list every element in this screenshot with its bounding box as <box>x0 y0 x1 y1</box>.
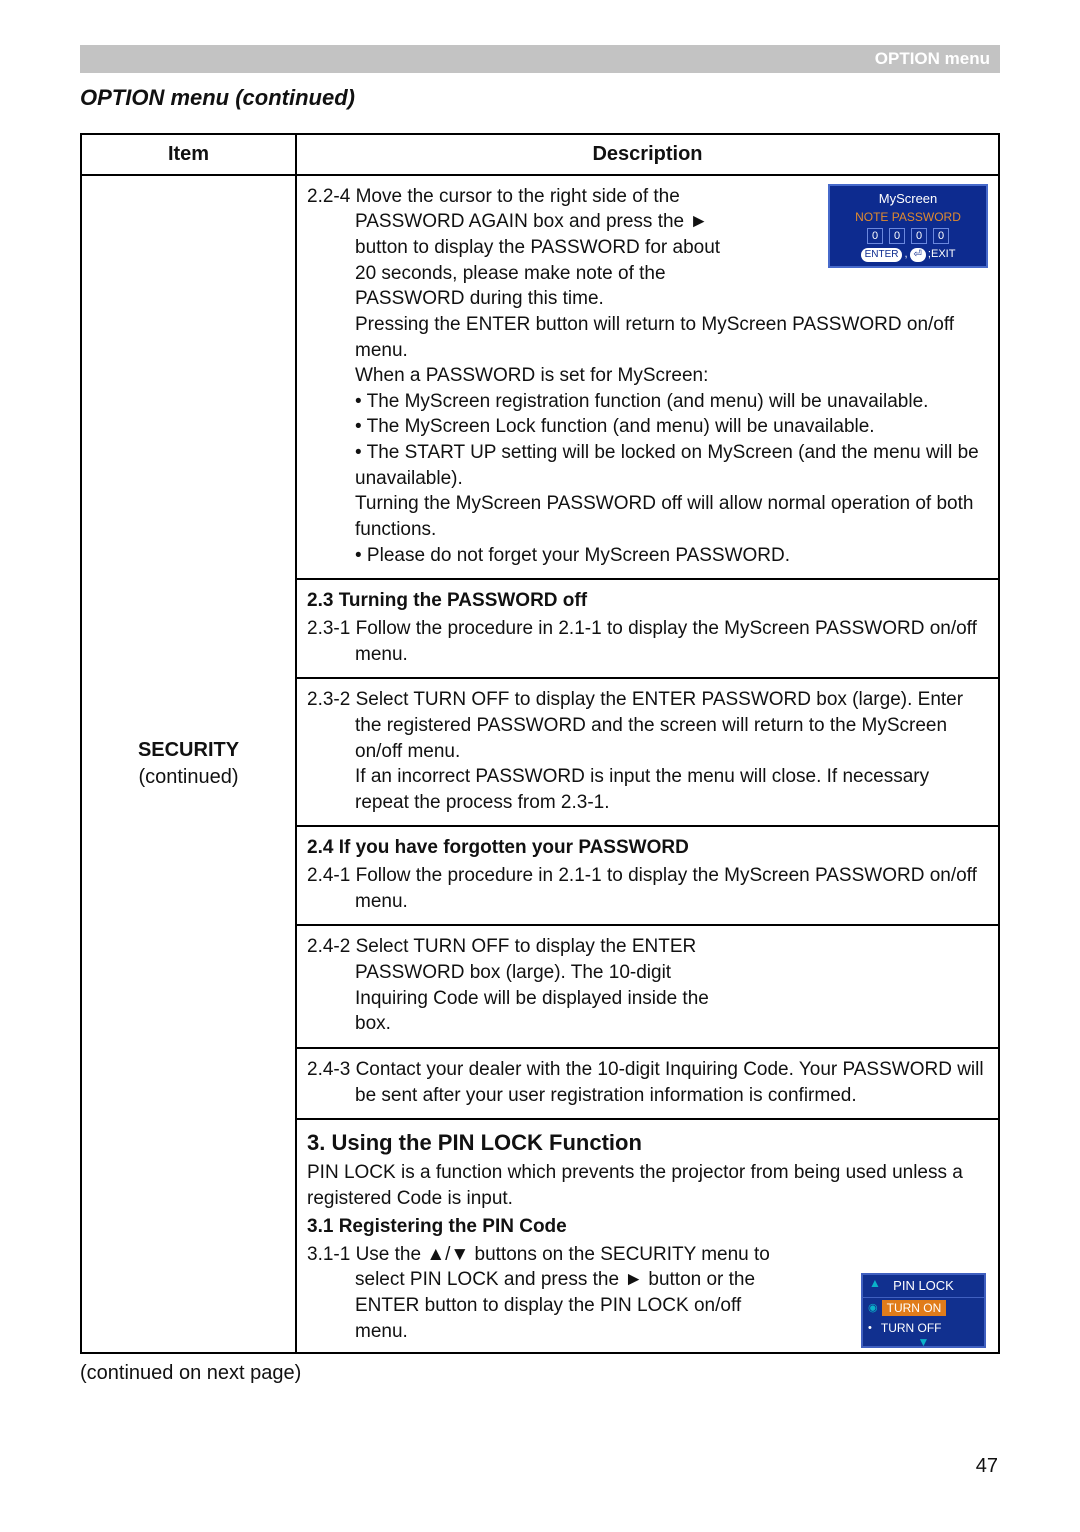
bullet: • The START UP setting will be locked on… <box>307 440 988 491</box>
text: PIN LOCK is a function which prevents th… <box>307 1160 988 1211</box>
down-arrow-icon: ▼ <box>863 1338 984 1346</box>
pinlock-title: ▲ PIN LOCK <box>863 1275 984 1298</box>
spec-table: Item Description SECURITY (continued) My… <box>80 133 1000 1355</box>
bullet: • The MyScreen registration function (an… <box>307 389 988 415</box>
block-2-4-3: 2.4-3 Contact your dealer with the 10-di… <box>296 1048 999 1119</box>
myscreen-digits: 0 0 0 0 <box>834 228 982 244</box>
text: 2.2-4 Move the cursor to the right side … <box>307 184 737 312</box>
text: 2.3-1 Follow the procedure in 2.1-1 to d… <box>307 616 988 667</box>
digit-3: 0 <box>911 228 927 244</box>
text: Turning the MyScreen PASSWORD off will a… <box>307 491 988 542</box>
turn-off-label: TURN OFF <box>876 1320 947 1336</box>
pinlock-dialog: ▲ PIN LOCK ◉ TURN ON • TURN OFF ▼ <box>861 1273 986 1348</box>
page-number: 47 <box>976 1453 998 1480</box>
section-3-head: 3. Using the PIN LOCK Function <box>307 1128 988 1158</box>
block-3: 3. Using the PIN LOCK Function PIN LOCK … <box>296 1119 999 1353</box>
bullet: • Please do not forget your MyScreen PAS… <box>307 543 988 569</box>
block-2-3-2: 2.3-2 Select TURN OFF to display the ENT… <box>296 678 999 826</box>
myscreen-note: NOTE PASSWORD <box>834 209 982 225</box>
header-bar: OPTION menu <box>80 45 1000 73</box>
text: 2.4-1 Follow the procedure in 2.1-1 to d… <box>307 863 988 914</box>
myscreen-footer: ENTER , ⏎ ;EXIT <box>834 247 982 262</box>
subhead: 2.3 Turning the PASSWORD off <box>307 588 988 614</box>
pinlock-turn-on: ◉ TURN ON <box>863 1298 984 1318</box>
item-cell: SECURITY (continued) <box>81 175 296 1354</box>
subhead: 3.1 Registering the PIN Code <box>307 1214 988 1240</box>
block-2-3-1: 2.3 Turning the PASSWORD off 2.3-1 Follo… <box>296 579 999 678</box>
bullet-icon: • <box>868 1321 872 1336</box>
col-header-item: Item <box>81 134 296 175</box>
text: 2.4-2 Select TURN OFF to display the ENT… <box>307 934 737 1037</box>
header-label: OPTION menu <box>875 48 990 71</box>
item-sub: (continued) <box>82 764 295 791</box>
enter-icon: ⏎ <box>910 248 926 262</box>
block-2-4-1: 2.4 If you have forgotten your PASSWORD … <box>296 826 999 925</box>
myscreen-dialog: MyScreen NOTE PASSWORD 0 0 0 0 ENTER , ⏎… <box>828 184 988 269</box>
digit-2: 0 <box>889 228 905 244</box>
block-2-2-4: MyScreen NOTE PASSWORD 0 0 0 0 ENTER , ⏎… <box>296 175 999 580</box>
subhead: 2.4 If you have forgotten your PASSWORD <box>307 835 988 861</box>
item-name: SECURITY <box>82 737 295 764</box>
bullet: • The MyScreen Lock function (and menu) … <box>307 414 988 440</box>
turn-on-label: TURN ON <box>882 1300 947 1316</box>
text: 2.4-3 Contact your dealer with the 10-di… <box>307 1057 988 1108</box>
continued-note: (continued on next page) <box>80 1360 1000 1387</box>
bullet-icon: ◉ <box>868 1301 878 1316</box>
text: Pressing the ENTER button will return to… <box>307 312 988 363</box>
up-arrow-icon: ▲ <box>869 1275 881 1291</box>
text: 2.3-2 Select TURN OFF to display the ENT… <box>307 687 988 764</box>
text: If an incorrect PASSWORD is input the me… <box>307 764 988 815</box>
text: When a PASSWORD is set for MyScreen: <box>307 363 988 389</box>
digit-4: 0 <box>933 228 949 244</box>
block-2-4-2: 2.4-2 Select TURN OFF to display the ENT… <box>296 925 999 1048</box>
col-header-desc: Description <box>296 134 999 175</box>
myscreen-title: MyScreen <box>834 190 982 208</box>
digit-1: 0 <box>867 228 883 244</box>
enter-pill: ENTER <box>861 248 903 262</box>
text: 3.1-1 Use the ▲/▼ buttons on the SECURIT… <box>307 1242 787 1345</box>
section-title: OPTION menu (continued) <box>80 83 1000 113</box>
